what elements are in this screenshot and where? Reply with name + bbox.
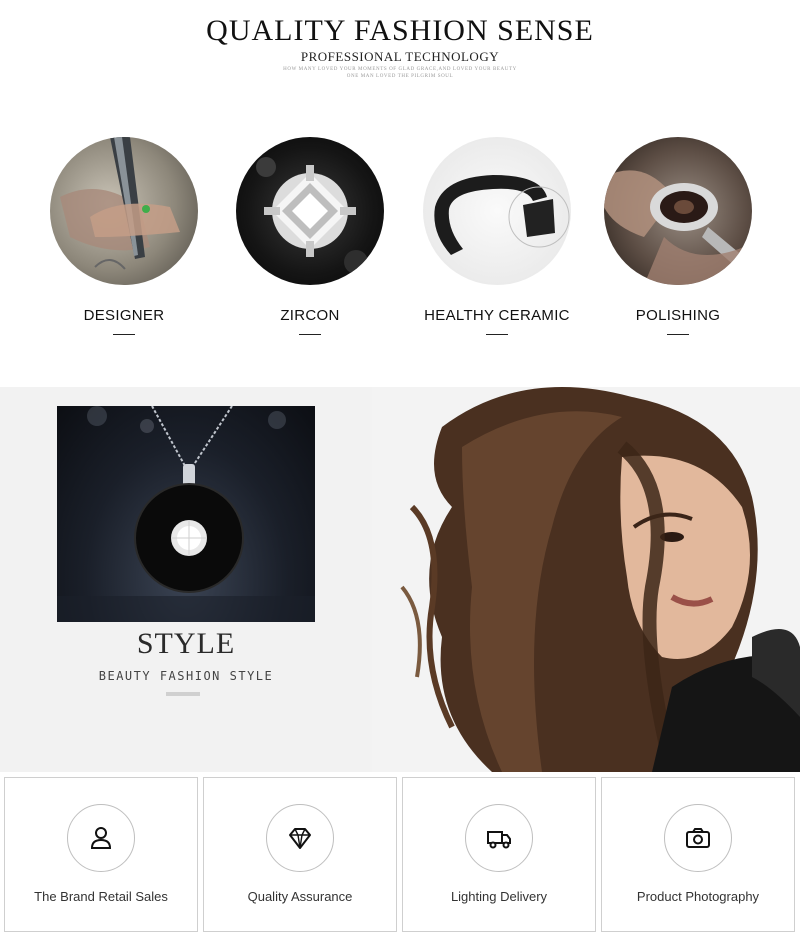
user-icon [90,827,112,849]
pendant-product-image [57,406,315,622]
service-photography: Product Photography [601,777,795,932]
feature-ceramic: HEALTHY CERAMIC [402,137,592,335]
service-label: The Brand Retail Sales [34,889,168,904]
service-delivery: Lighting Delivery [402,777,596,932]
truck-icon [487,831,511,849]
feature-polishing: POLISHING [583,137,773,335]
zircon-stone-image [236,137,384,285]
divider [166,692,200,696]
camera-icon [686,828,710,848]
page-title: QUALITY FASHION SENSE [206,14,594,47]
divider [486,334,508,335]
banner-title: STYLE [136,627,236,660]
ceramic-ring-image [423,137,571,285]
service-icon-circle [465,804,533,872]
divider [667,334,689,335]
feature-designer: DESIGNER [29,137,219,335]
feature-label: ZIRCON [280,307,340,324]
polishing-ring-image [604,137,752,285]
tagline-line-2: ONE MAN LOVED THE PILGRIM SOUL [346,74,454,79]
divider [299,334,321,335]
feature-zircon: ZIRCON [215,137,405,335]
page-subtitle: PROFESSIONAL TECHNOLOGY [300,49,500,64]
diamond-icon [289,828,311,849]
service-quality: Quality Assurance [203,777,397,932]
header: QUALITY FASHION SENSE PROFESSIONAL TECHN… [0,0,800,100]
tagline-line-1: HOW MANY LOVED YOUR MOMENTS OF GLAD GRAC… [283,67,517,72]
feature-label: DESIGNER [83,307,165,324]
feature-label: HEALTHY CERAMIC [424,307,570,324]
designer-hands-image [50,137,198,285]
banner-subtitle: BEAUTY FASHION STYLE [98,669,274,683]
service-label: Product Photography [636,889,760,904]
style-banner: STYLE BEAUTY FASHION STYLE [0,387,800,772]
service-icon-circle [266,804,334,872]
banner-left-panel: STYLE BEAUTY FASHION STYLE [0,387,372,772]
service-label: Quality Assurance [247,889,353,904]
service-icon-circle [67,804,135,872]
model-photo [372,387,800,772]
service-label: Lighting Delivery [450,889,548,904]
feature-label: POLISHING [635,307,721,324]
service-icon-circle [664,804,732,872]
divider [113,334,135,335]
service-retail: The Brand Retail Sales [4,777,198,932]
